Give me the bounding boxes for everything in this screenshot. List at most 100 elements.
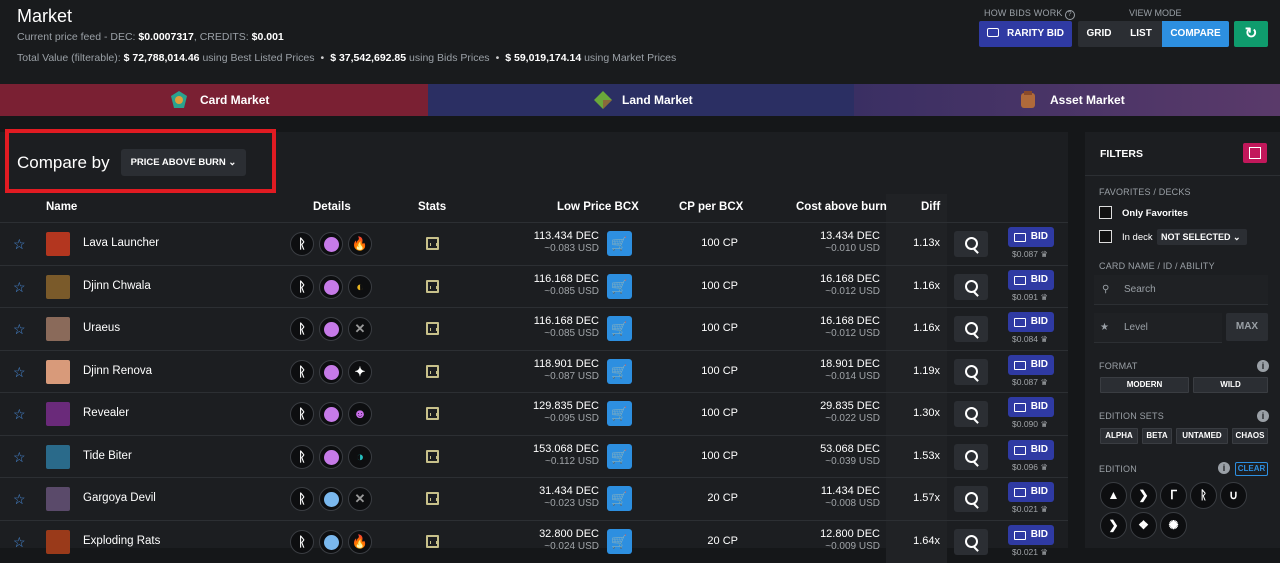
search-icon[interactable] <box>954 443 988 470</box>
search-icon[interactable] <box>954 528 988 555</box>
edition-promo-icon[interactable]: ᒥ <box>1160 482 1187 509</box>
deck-select[interactable]: NOT SELECTED ⌄ <box>1157 229 1247 245</box>
table-row[interactable]: ☆ Revealer ᚱ ☻ 129.835 DEC ~0.095 USD 🛒 100 CP 2… <box>0 392 1068 435</box>
search-icon[interactable] <box>954 231 988 257</box>
favorite-star-icon[interactable]: ☆ <box>13 236 26 253</box>
tab-asset-market[interactable]: Asset Market <box>854 84 1280 116</box>
table-row[interactable]: ☆ Djinn Chwala ᚱ ◐ 116.168 DEC ~0.085 USD 🛒 100… <box>0 264 1068 308</box>
rarity-bid-button[interactable]: RARITY BID <box>979 21 1072 47</box>
favorite-star-icon[interactable]: ☆ <box>13 449 26 466</box>
cart-icon: 🛒 <box>611 321 628 336</box>
stats-icon[interactable] <box>426 492 439 505</box>
favorite-star-icon[interactable]: ☆ <box>13 491 26 508</box>
col-low-price[interactable]: Low Price BCX <box>557 201 639 213</box>
search-icon[interactable] <box>954 358 988 385</box>
stats-icon[interactable] <box>426 364 439 378</box>
favorite-star-icon[interactable]: ☆ <box>13 364 26 381</box>
col-cp[interactable]: CP per BCX <box>679 201 743 213</box>
stats-icon[interactable] <box>426 279 439 293</box>
format-modern-button[interactable]: MODERN <box>1100 377 1189 393</box>
format-label: FORMAT <box>1099 361 1138 371</box>
edition-info-icon[interactable]: i <box>1218 462 1230 474</box>
refresh-button[interactable]: ↻ <box>1234 21 1268 47</box>
market-tabs: Card Market Land Market Asset Market <box>0 84 1280 116</box>
stats-icon[interactable] <box>426 534 439 548</box>
edition-alpha-icon[interactable]: ▲ <box>1100 482 1127 509</box>
bid-button[interactable]: BID <box>1008 269 1054 290</box>
max-level-button[interactable]: MAX <box>1226 313 1268 341</box>
stats-icon[interactable] <box>426 322 439 335</box>
only-favorites-checkbox[interactable] <box>1099 206 1112 219</box>
stats-icon[interactable] <box>426 237 439 250</box>
col-cost-above-burn[interactable]: Cost above burn <box>796 201 887 213</box>
search-icon[interactable] <box>954 486 988 512</box>
col-diff[interactable]: Diff <box>921 201 940 213</box>
asset-market-icon <box>1021 91 1035 108</box>
bid-button[interactable]: BID <box>1008 524 1054 545</box>
card-name[interactable]: Djinn Chwala <box>83 280 151 292</box>
format-info-icon[interactable]: i <box>1257 360 1269 372</box>
bid-button[interactable]: BID <box>1008 397 1054 417</box>
table-row[interactable]: ☆ Uraeus ᚱ ✕ 116.168 DEC ~0.085 USD 🛒 100 CP 16.… <box>0 307 1068 350</box>
buy-cart-button[interactable]: 🛒 <box>607 443 632 469</box>
cp-per-bcx: 100 CP <box>701 364 738 377</box>
card-name[interactable]: Tide Biter <box>83 450 132 462</box>
bid-price: $0.090 ♛ <box>1012 419 1048 429</box>
buy-cart-button[interactable]: 🛒 <box>607 528 632 554</box>
set-chaos-button[interactable]: CHAOS <box>1232 428 1268 444</box>
card-name[interactable]: Revealer <box>83 407 129 419</box>
table-row[interactable]: ☆ Exploding Rats ᚱ 🔥 32.800 DEC ~0.024 USD 🛒 20… <box>0 519 1068 563</box>
stats-icon[interactable] <box>426 407 439 420</box>
card-name[interactable]: Exploding Rats <box>83 535 160 547</box>
favorite-star-icon[interactable]: ☆ <box>13 406 26 423</box>
card-name[interactable]: Gargoya Devil <box>83 492 156 504</box>
edition-chaos-icon[interactable]: ❖ <box>1130 512 1157 539</box>
search-icon[interactable] <box>954 401 988 427</box>
buy-cart-button[interactable]: 🛒 <box>607 486 632 511</box>
how-bids-work-link[interactable]: HOW BIDS WORK? <box>984 8 1075 20</box>
edition-sets-info-icon[interactable]: i <box>1257 410 1269 422</box>
search-input[interactable]: ⚲ Search <box>1094 275 1268 305</box>
bid-button[interactable]: BID <box>1008 312 1054 332</box>
set-beta-button[interactable]: BETA <box>1142 428 1172 444</box>
tab-land-market[interactable]: Land Market <box>428 84 854 116</box>
edition-reward-icon[interactable]: ᚱ <box>1190 482 1217 509</box>
buy-cart-button[interactable]: 🛒 <box>607 358 632 384</box>
set-alpha-button[interactable]: ALPHA <box>1100 428 1138 444</box>
tab-card-market[interactable]: Card Market <box>0 84 428 116</box>
view-list-button[interactable]: LIST <box>1120 21 1162 47</box>
table-row[interactable]: ☆ Djinn Renova ᚱ ✦ 118.901 DEC ~0.087 USD 🛒 100… <box>0 349 1068 393</box>
buy-cart-button[interactable]: 🛒 <box>607 401 632 426</box>
level-input[interactable]: ★ Level <box>1094 313 1222 343</box>
buy-cart-button[interactable]: 🛒 <box>607 273 632 299</box>
table-row[interactable]: ☆ Gargoya Devil ᚱ ✕ 31.434 DEC ~0.023 USD 🛒 20 … <box>0 477 1068 520</box>
edition-untamed-icon[interactable]: ∪ <box>1220 482 1247 509</box>
edition-riftwatchers-icon[interactable]: ✺ <box>1160 512 1187 539</box>
card-name[interactable]: Uraeus <box>83 322 120 334</box>
set-untamed-button[interactable]: UNTAMED <box>1176 428 1228 444</box>
in-deck-checkbox[interactable] <box>1099 230 1112 243</box>
search-icon[interactable] <box>954 273 988 300</box>
view-compare-button[interactable]: COMPARE <box>1162 21 1229 47</box>
edition-dice-icon[interactable]: ❯ <box>1100 512 1127 539</box>
card-name[interactable]: Djinn Renova <box>83 365 152 377</box>
edition-clear-button[interactable]: CLEAR <box>1235 462 1268 476</box>
table-row[interactable]: ☆ Lava Launcher ᚱ 🔥 113.434 DEC ~0.083 USD 🛒 10… <box>0 222 1068 265</box>
table-row[interactable]: ☆ Tide Biter ᚱ ◑ 153.068 DEC ~0.112 USD 🛒 100 C… <box>0 434 1068 478</box>
buy-cart-button[interactable]: 🛒 <box>607 316 632 341</box>
format-wild-button[interactable]: WILD <box>1193 377 1268 393</box>
col-name[interactable]: Name <box>46 201 77 213</box>
bid-button[interactable]: BID <box>1008 354 1054 375</box>
stats-icon[interactable] <box>426 449 439 463</box>
search-icon[interactable] <box>954 316 988 342</box>
edition-beta-icon[interactable]: ❯ <box>1130 482 1157 509</box>
view-grid-button[interactable]: GRID <box>1078 21 1120 47</box>
favorite-star-icon[interactable]: ☆ <box>13 321 26 338</box>
card-name[interactable]: Lava Launcher <box>83 237 159 249</box>
bid-button[interactable]: BID <box>1008 227 1054 247</box>
favorite-star-icon[interactable]: ☆ <box>13 279 26 296</box>
bid-button[interactable]: BID <box>1008 482 1054 502</box>
bid-button[interactable]: BID <box>1008 439 1054 460</box>
collapse-filters-button[interactable] <box>1243 143 1267 163</box>
buy-cart-button[interactable]: 🛒 <box>607 231 632 256</box>
